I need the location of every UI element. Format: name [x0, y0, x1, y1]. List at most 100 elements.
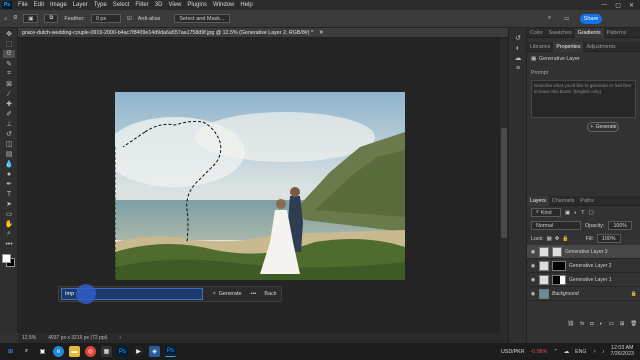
tab-properties[interactable]: Properties [553, 41, 584, 52]
healing-brush-icon[interactable]: ✚ [3, 100, 15, 108]
pen-tool-icon[interactable]: ✒ [3, 180, 15, 188]
minimize-icon[interactable]: — [601, 2, 607, 9]
back-button[interactable]: Back [264, 291, 276, 297]
tab-adjustments[interactable]: Adjustments [583, 44, 618, 50]
layer-row[interactable]: ◉ Generative Layer 2 [527, 259, 640, 273]
photoshop-taskbar-icon[interactable]: Ps [117, 346, 128, 357]
workspace-icon[interactable]: ▭ [564, 16, 569, 22]
clock[interactable]: 12:03 AM 7/26/2023 [610, 345, 634, 358]
delete-layer-icon[interactable]: 🗑 [630, 321, 637, 327]
menu-layer[interactable]: Layer [70, 2, 91, 8]
volume-icon[interactable]: ♪ [602, 349, 605, 355]
canvas-image[interactable] [115, 92, 405, 280]
visibility-eye-icon[interactable]: ◉ [530, 291, 536, 297]
visibility-eye-icon[interactable]: ◉ [530, 277, 536, 283]
menu-select[interactable]: Select [110, 2, 133, 8]
quick-select-tool-icon[interactable]: ✎ [3, 60, 15, 68]
fx-icon[interactable]: fx [580, 321, 584, 327]
gradient-tool-icon[interactable]: ▤ [3, 150, 15, 158]
home-icon[interactable]: ⌂ [4, 16, 7, 22]
maximize-icon[interactable]: ▢ [615, 2, 621, 9]
opacity-input[interactable]: 100% [608, 221, 632, 230]
filter-adjust-icon[interactable]: ◐ [574, 210, 577, 216]
menu-3d[interactable]: 3D [152, 2, 166, 8]
menu-plugins[interactable]: Plugins [184, 2, 210, 8]
lock-pixels-icon[interactable]: ▦ [547, 236, 552, 242]
dodge-tool-icon[interactable]: ● [3, 170, 15, 178]
cloud-icon[interactable]: ☁ [564, 349, 569, 355]
menu-file[interactable]: File [15, 2, 31, 8]
feather-input[interactable]: 0 px [90, 14, 121, 23]
frame-tool-icon[interactable]: ⊠ [3, 80, 15, 88]
blur-tool-icon[interactable]: 💧 [3, 160, 15, 168]
crop-tool-icon[interactable]: ⌗ [3, 70, 15, 78]
tray-up-icon[interactable]: ⌃ [553, 349, 557, 355]
close-tab-icon[interactable]: ✕ [319, 30, 323, 36]
libraries-panel-icon[interactable]: ☁ [512, 54, 524, 62]
tab-color[interactable]: Color [527, 30, 546, 36]
fill-input[interactable]: 100% [597, 234, 621, 243]
select-and-mask-button[interactable]: Select and Mask... [174, 14, 230, 23]
selection-mode-new-icon[interactable]: ▣ [23, 14, 39, 23]
visibility-eye-icon[interactable]: ◉ [530, 249, 536, 255]
zoom-tool-icon[interactable]: ⌕ [3, 230, 15, 238]
blend-mode-select[interactable]: Normal [531, 221, 581, 230]
tab-patterns[interactable]: Patterns [604, 30, 630, 36]
brush-tool-icon[interactable]: ✐ [3, 110, 15, 118]
file-explorer-icon[interactable]: ▬ [69, 346, 80, 357]
close-icon[interactable]: ✕ [629, 2, 634, 9]
search-icon[interactable]: ⌕ [21, 346, 32, 357]
lasso-tool-icon[interactable]: ᘓ [13, 15, 17, 22]
selection-mode-add-icon[interactable]: ⧉ [44, 14, 59, 23]
prompt-textarea[interactable]: Describe what you'd like to generate or … [531, 80, 636, 118]
filter-pixel-icon[interactable]: ▣ [565, 210, 570, 216]
history-panel-icon[interactable]: ↺ [512, 34, 524, 42]
windows-start-icon[interactable]: ⊞ [5, 346, 16, 357]
color-swatches[interactable] [2, 254, 16, 268]
share-button[interactable]: Share [580, 14, 602, 24]
layer-row[interactable]: ◉ Generative Layer 1 [527, 273, 640, 287]
zoom-level[interactable]: 12.5% [22, 335, 36, 341]
adjustment-layer-icon[interactable]: ◐ [600, 321, 603, 327]
menu-window[interactable]: Window [210, 2, 237, 8]
edge-browser-icon[interactable]: e [53, 346, 64, 357]
more-tools-icon[interactable]: ••• [3, 240, 15, 248]
menu-view[interactable]: View [165, 2, 184, 8]
media-player-icon[interactable]: ▶ [133, 346, 144, 357]
photoshop-active-icon[interactable]: Ps [165, 346, 176, 357]
tab-swatches[interactable]: Swatches [546, 30, 575, 36]
visibility-eye-icon[interactable]: ◉ [530, 263, 536, 269]
menu-image[interactable]: Image [47, 2, 70, 8]
menu-filter[interactable]: Filter [132, 2, 151, 8]
more-options-icon[interactable]: ••• [251, 291, 257, 297]
adjustments-panel-icon[interactable]: ◐ [512, 44, 524, 52]
eyedropper-tool-icon[interactable]: ⁄ [3, 90, 15, 98]
properties-generate-button[interactable]: ✧ Generate [587, 122, 619, 132]
antialias-checkbox[interactable]: ☑ [127, 16, 132, 22]
tab-gradients[interactable]: Gradients [574, 27, 604, 38]
stock-symbol[interactable]: USD/PKR [501, 349, 525, 355]
add-mask-icon[interactable]: ◘ [590, 321, 593, 327]
filter-shape-icon[interactable]: ▢ [588, 210, 593, 216]
document-tab[interactable]: grace-dutch-wedding-couple-0919-2000-b4a… [18, 28, 508, 38]
tab-channels[interactable]: Channels [549, 198, 577, 204]
lock-position-icon[interactable]: ✥ [555, 236, 559, 242]
menu-type[interactable]: Type [91, 2, 110, 8]
task-view-icon[interactable]: ▣ [37, 346, 48, 357]
properties-panel-icon[interactable]: ≡ [512, 64, 524, 72]
group-icon[interactable]: ▭ [609, 321, 614, 327]
link-layers-icon[interactable]: ⛓ [568, 321, 575, 327]
wifi-icon[interactable]: ◔ [593, 349, 596, 355]
filter-kind-select[interactable]: ⌕ Kind [531, 208, 561, 217]
language-indicator[interactable]: ENG [575, 349, 586, 355]
type-tool-icon[interactable]: T [3, 190, 15, 198]
chrome-icon[interactable]: ◎ [85, 346, 96, 357]
vertical-scrollbar[interactable] [500, 38, 508, 333]
search-icon[interactable]: ⌕ [548, 15, 551, 22]
vpn-icon[interactable]: ◈ [149, 346, 160, 357]
menu-edit[interactable]: Edit [31, 2, 47, 8]
move-tool-icon[interactable]: ✥ [3, 30, 15, 38]
tab-paths[interactable]: Paths [577, 198, 597, 204]
layer-row[interactable]: ◉ Generative Layer 3 [527, 245, 640, 259]
menu-help[interactable]: Help [237, 2, 255, 8]
